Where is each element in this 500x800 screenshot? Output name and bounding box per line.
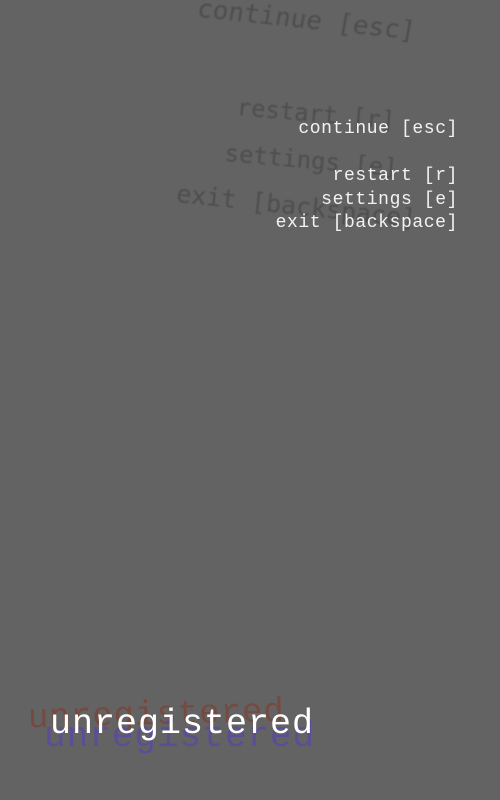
- ghost-continue-text: continue [esc]: [194, 0, 418, 47]
- menu-spacer: [276, 142, 458, 166]
- pause-menu: continue [esc] restart [r] settings [e] …: [276, 118, 458, 236]
- continue-button[interactable]: continue [esc]: [276, 118, 458, 142]
- restart-button[interactable]: restart [r]: [276, 165, 458, 189]
- exit-button[interactable]: exit [backspace]: [276, 212, 458, 236]
- settings-button[interactable]: settings [e]: [276, 189, 458, 213]
- unregistered-watermark: unregistered: [50, 704, 315, 744]
- game-pause-screen: continue [esc] restart [r] settings [e] …: [0, 0, 500, 800]
